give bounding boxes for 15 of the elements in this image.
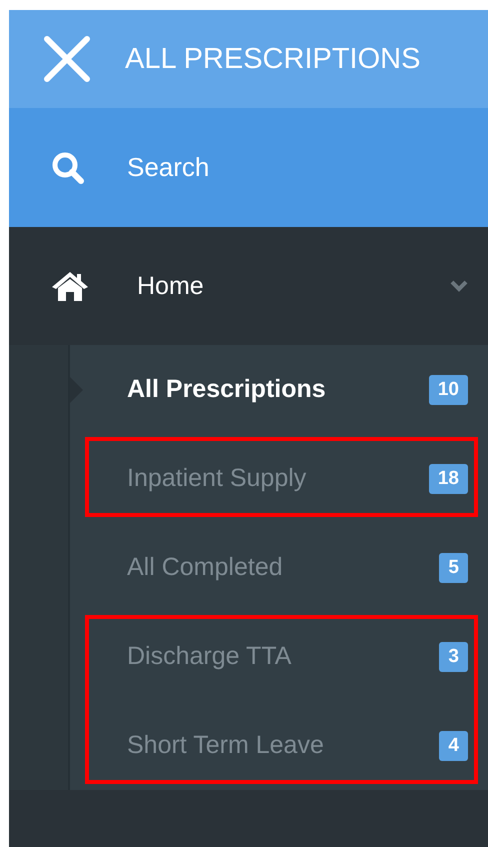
submenu-item[interactable]: Inpatient Supply 18: [70, 434, 488, 523]
menu-title: ALL PRESCRIPTIONS: [125, 42, 420, 76]
submenu-item[interactable]: Short Term Leave 4: [70, 701, 488, 790]
close-icon: [43, 35, 91, 83]
search-item[interactable]: Search: [9, 108, 488, 227]
home-icon: [51, 271, 89, 301]
close-button[interactable]: [43, 35, 91, 83]
count-badge: 18: [428, 464, 468, 494]
submenu-item[interactable]: Discharge TTA 3: [70, 612, 488, 701]
count-badge: 3: [439, 642, 468, 672]
count-badge: 10: [428, 374, 468, 404]
count-badge: 4: [439, 730, 468, 760]
count-badge: 5: [439, 552, 468, 582]
search-icon: [51, 150, 85, 184]
submenu-item[interactable]: All Completed 5: [70, 523, 488, 612]
